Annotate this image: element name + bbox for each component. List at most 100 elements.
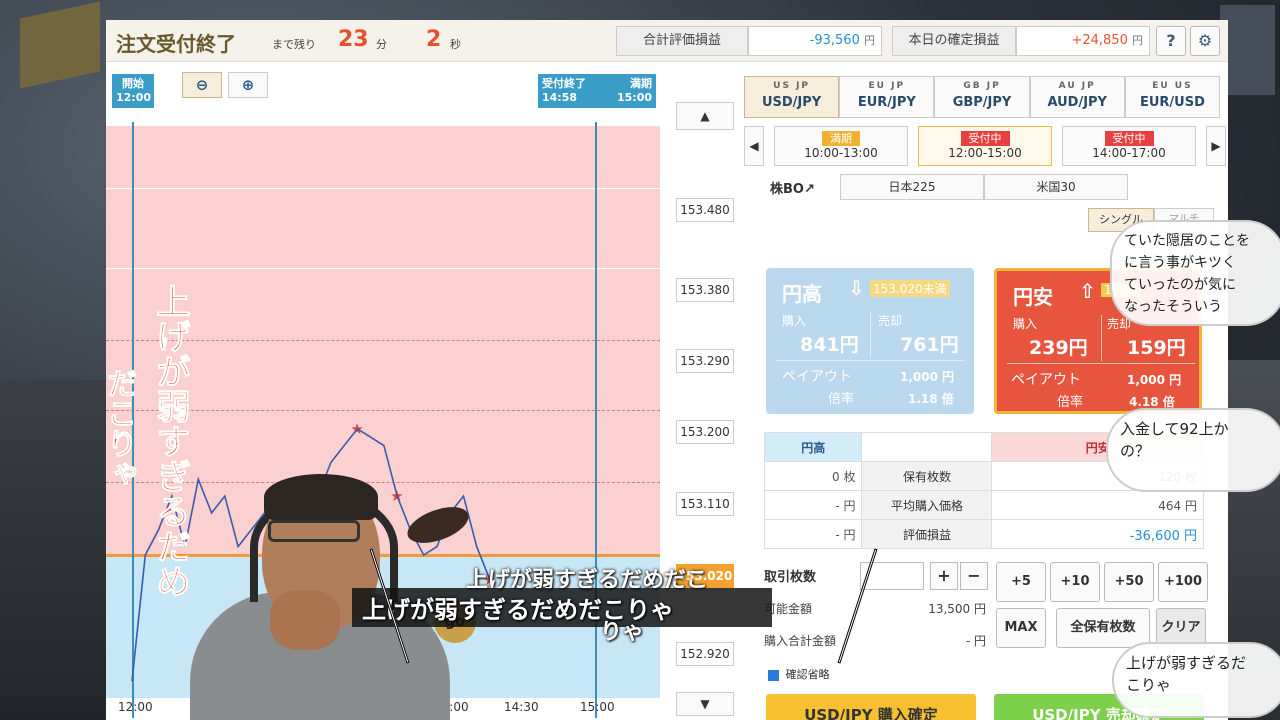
session-tab[interactable]: 受付中 14:00-17:00 [1062,126,1196,166]
divider [1101,315,1102,361]
skip-confirm-label: 確認省略 [785,668,830,681]
session-tab-active[interactable]: 受付中 12:00-15:00 [918,126,1052,166]
header-spacer [861,432,993,462]
x-tick: 14:30 [504,700,539,714]
table-row: - 円 評価損益 -36,600 円 [763,519,1204,549]
quantity-plus-button[interactable]: + [930,562,958,590]
total-value: - 円 [965,634,986,648]
all-holdings-button[interactable]: 全保有枚数 [1056,608,1150,648]
today-pl-amount: +24,850 [1071,33,1128,48]
subtitle-caption: 上げが弱すぎるだめだこりゃ [352,588,772,627]
order-status-title: 注文受付終了 [116,32,236,56]
flag-icons: GB JP [963,81,1001,91]
add-100-button[interactable]: +100 [1158,562,1208,602]
remaining-label: まで残り [272,38,316,51]
pair-label: GBP/JPY [952,95,1012,110]
glasses [268,520,360,542]
total-label: 購入合計金額 [764,634,837,648]
yen-high-card[interactable]: 円高 ⇩ 153.020未満 購入 売却 841円 761円 ペイアウト 1,0… [766,268,974,414]
available-value: 13,500 円 [928,602,986,616]
table-row: - 円 平均購入価格 464 円 [763,490,1204,520]
pair-label: EUR/JPY [857,95,916,110]
settings-gear-icon[interactable]: ⚙ [1190,26,1220,56]
session-selector: ◀ 満期 10:00-13:00 受付中 12:00-15:00 受付中 14:… [744,126,1226,166]
currency-pair-tabs: US JP USD/JPY EU JP EUR/JPY GB JP GBP/JPY AU J… [744,76,1221,118]
card-title: 円高 [782,282,822,306]
session-time: 14:00-17:00 [1092,146,1166,160]
today-pl-value: +24,850 円 [1016,26,1150,56]
nikkei225-button[interactable]: 日本225 [840,174,984,200]
payout-label: ペイアウト [1011,372,1081,388]
order-panel: US JP USD/JPY EU JP EUR/JPY GB JP GBP/JPY AU J… [740,62,1228,720]
price-level-label: 153.290 [676,349,734,373]
total-pl-amount: -93,560 [809,33,860,48]
payout-value: 1,000 円 [1127,373,1182,387]
pair-tab[interactable]: EU JP EUR/JPY [839,76,935,118]
scroll-up-button[interactable]: ▲ [676,102,734,130]
price-level-label: 153.380 [676,278,734,302]
skip-confirm-checkbox[interactable]: 確認省略 [768,666,830,682]
low-unrealized-pl: -36,600 円 [991,519,1204,549]
x-tick: 12:00 [118,700,153,714]
session-tab[interactable]: 満期 10:00-13:00 [774,126,908,166]
high-unrealized-pl: - 円 [763,519,863,549]
yen-unit: 円 [864,34,875,47]
status-bar: 注文受付終了 まで残り 23 分 2 秒 合計評価損益 -93,560 円 本日… [106,20,1228,62]
remaining-seconds: 2 [426,27,442,52]
pair-tab[interactable]: US JP USD/JPY [744,76,840,118]
yen-high-header: 円高 [763,432,863,462]
pair-tab[interactable]: GB JP GBP/JPY [934,76,1030,118]
multiplier-value: 1.18 倍 [908,392,954,406]
comment-bubble: 入金して92上か の？ [1106,408,1280,492]
remaining-minutes: 23 [338,27,369,52]
price-level-label: 152.920 [676,642,734,666]
add-10-button[interactable]: +10 [1050,562,1100,602]
sell-price: 159円 [1127,337,1186,359]
checkbox-icon [768,669,779,681]
next-session-button[interactable]: ▶ [1206,126,1226,166]
tattered-flag [20,1,100,89]
multiplier-label: 倍率 [828,392,855,407]
divider [1007,363,1195,364]
hand [270,590,340,650]
session-status-badge: 受付中 [1104,131,1154,146]
pair-tab[interactable]: EU US EUR/USD [1124,76,1221,118]
tattered-flag [1220,5,1275,95]
quantity-label: 取引枚数 [764,570,817,585]
low-avg-price: 464 円 [991,490,1204,520]
add-5-button[interactable]: +5 [996,562,1046,602]
flag-icons: US JP [773,81,811,91]
quantity-minus-button[interactable]: − [960,562,988,590]
divider [776,360,964,361]
buy-price: 841円 [800,334,859,356]
sell-label: 売却 [878,314,903,328]
row-label: 平均購入価格 [861,490,993,520]
pair-tab[interactable]: AU JP AUD/JPY [1029,76,1125,118]
session-time: 10:00-13:00 [804,146,878,160]
add-50-button[interactable]: +50 [1104,562,1154,602]
down-arrow-icon: ⇩ [848,276,865,300]
debris [0,380,110,720]
max-button[interactable]: MAX [996,608,1046,648]
buy-confirm-button[interactable]: USD/JPY 購入確定 [766,694,976,720]
buy-label: 購入 [782,314,807,328]
row-label: 保有枚数 [861,461,993,491]
flag-icons: AU JP [1058,81,1096,91]
payout-label: ペイアウト [782,369,852,385]
session-time: 12:00-15:00 [948,146,1022,160]
stock-bo-link[interactable]: 株BO↗ [770,178,815,197]
subtitle-caption-tail: りゃ [600,620,645,645]
pair-label: USD/JPY [761,95,822,110]
hair [264,474,378,520]
scroll-down-button[interactable]: ▼ [676,692,734,716]
minutes-unit: 分 [376,38,387,51]
help-button[interactable]: ? [1156,26,1186,56]
session-status-badge: 受付中 [960,131,1010,146]
row-label: 評価損益 [861,519,993,549]
payout-value: 1,000 円 [900,370,955,384]
total-pl-label: 合計評価損益 [616,26,748,56]
prev-session-button[interactable]: ◀ [744,126,764,166]
comment-bubble: ていた隠居のことを に言う事がキツく ていったのが気に なったそういう [1110,220,1280,326]
x-tick: 15:00 [580,700,615,714]
us30-button[interactable]: 米国30 [984,174,1128,200]
